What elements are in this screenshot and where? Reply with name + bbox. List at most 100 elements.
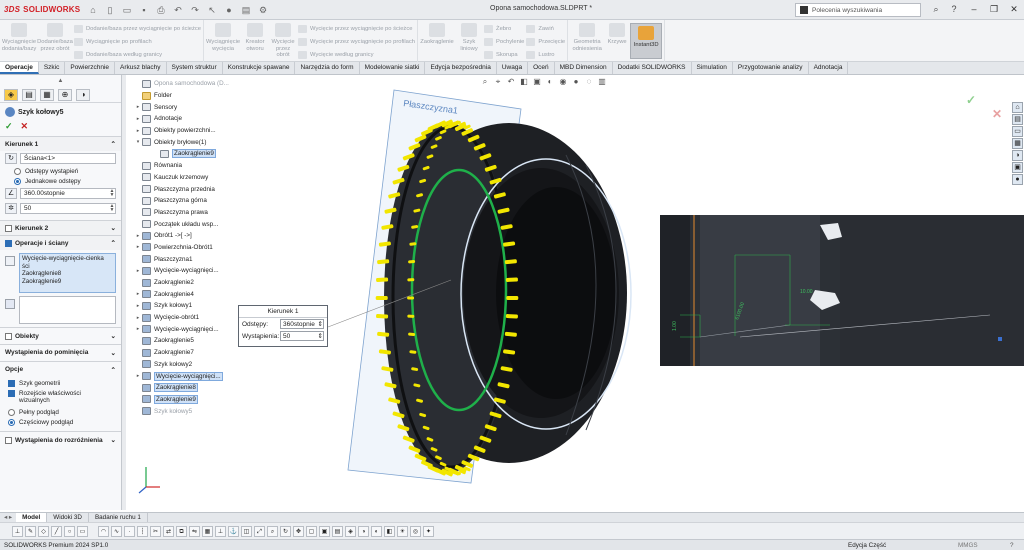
extruded-boss-button[interactable]: Wyciągnięcie dodania/bazy — [2, 23, 36, 52]
appearances-icon[interactable]: ◑ — [1012, 150, 1023, 161]
tab-evaluate[interactable]: Oceń — [528, 62, 555, 74]
hide-show-icon[interactable]: ◉ — [558, 77, 568, 87]
pattern-icon[interactable]: ▦ — [202, 525, 213, 537]
options-icon[interactable]: ⚙ — [256, 4, 270, 16]
tab-annotation[interactable]: Adnotacja — [809, 62, 849, 74]
tree-item[interactable]: Równania — [134, 160, 244, 172]
tab-motion-study[interactable]: Badanie ruchu 1 — [89, 513, 148, 522]
undo-icon[interactable]: ↶ — [171, 4, 185, 16]
home-icon[interactable]: ⌂ — [86, 4, 100, 16]
relation-icon[interactable]: ⊥ — [215, 525, 226, 537]
tab-features[interactable]: Operacje — [0, 62, 39, 74]
tree-item[interactable]: ▸ Zaokrąglenie4 — [134, 288, 244, 300]
display-icon[interactable]: ◫ — [241, 525, 252, 537]
tree-item[interactable]: ▸ Wycięcie-wyciągnięci... — [134, 265, 244, 277]
callout-count-input[interactable]: 50 ⇕ — [280, 331, 324, 341]
scene-icon[interactable]: ◌ — [584, 77, 594, 87]
full-preview-option[interactable]: Pełny podgląd — [0, 407, 121, 417]
display-manager-icon[interactable]: ◑ — [76, 89, 90, 101]
tree-item[interactable]: ▾ Obiekty bryłowe(1) — [134, 136, 244, 148]
tree-item[interactable]: ▸ Obiekty powierzchni... — [134, 125, 244, 137]
pattern-axis-field[interactable]: Ściana<1> — [20, 153, 116, 164]
expand-arrow-icon[interactable]: ▸ — [134, 315, 142, 321]
swept-boss-button[interactable]: Dodanie/baza przez wyciągnięcie po ścież… — [74, 24, 201, 34]
tree-item[interactable]: Opona samochodowa (D... — [134, 78, 244, 90]
tree-item[interactable]: Szyk kołowy2 — [134, 359, 244, 371]
tree-item[interactable]: Płaszczyzna1 — [134, 253, 244, 265]
search-icon[interactable]: ⌕ — [930, 3, 942, 15]
search-box[interactable]: Polecenia wyszukiwania — [795, 3, 921, 17]
chevron-down-icon[interactable]: ⌄ — [111, 224, 116, 232]
rebuild-icon[interactable]: ● — [222, 4, 236, 16]
confirm-cancel-icon[interactable]: ✕ — [992, 107, 1002, 121]
tree-item[interactable]: Płaszczyzna przednia — [134, 183, 244, 195]
render-icon[interactable]: ✦ — [423, 525, 434, 537]
print-icon[interactable]: ⎙ — [154, 4, 168, 16]
bodies-section[interactable]: Obiekty ⌄ — [0, 327, 121, 344]
lofted-boss-button[interactable]: Wyciągnięcie po profilach — [74, 37, 201, 47]
configuration-manager-icon[interactable]: ▦ — [40, 89, 54, 101]
chevron-down-icon[interactable]: ⌄ — [111, 332, 116, 340]
boundary-boss-button[interactable]: Dodanie/baza według granicy — [74, 50, 201, 60]
hole-wizard-button[interactable]: Kreator otworu — [242, 23, 268, 52]
forum-icon[interactable]: ● — [1012, 174, 1023, 185]
minimize-icon[interactable]: – — [968, 3, 980, 15]
tree-item[interactable]: Kauczuk krzemowy — [134, 172, 244, 184]
fix-icon[interactable]: ⚓ — [228, 525, 239, 537]
expand-arrow-icon[interactable]: ▸ — [134, 326, 142, 332]
wrap-button[interactable]: Zawiń — [526, 24, 565, 34]
chevron-down-icon[interactable]: ⌄ — [111, 349, 116, 357]
expand-arrow-icon[interactable]: ▸ — [134, 128, 142, 134]
zoom-fit-icon[interactable]: ⤢ — [254, 525, 265, 537]
close-icon[interactable]: ✕ — [1008, 3, 1020, 15]
full-preview-radio[interactable] — [8, 408, 15, 416]
normal-to-icon[interactable]: ⊥ — [12, 525, 23, 537]
tab-addins[interactable]: Dodatki SOLIDWORKS — [613, 62, 692, 74]
geometry-pattern-checkbox[interactable] — [8, 379, 15, 387]
rib-button[interactable]: Żebro — [484, 24, 524, 34]
revolved-boss-button[interactable]: Dodanie/baza przez obrót — [37, 23, 73, 52]
tab-weldments[interactable]: Konstrukcje spawane — [223, 62, 296, 74]
section-view-icon[interactable]: ◧ — [519, 77, 529, 87]
view-palette-icon[interactable]: ▦ — [1012, 138, 1023, 149]
instant3d-button[interactable]: Instant3D — [630, 23, 663, 59]
callout-spacing-input[interactable]: 360stopnie ⇕ — [280, 319, 324, 329]
dimxpert-manager-icon[interactable]: ⊕ — [58, 89, 72, 101]
list-item[interactable]: Zaokrąglenie9 — [22, 278, 113, 286]
ok-button[interactable]: ✓ — [5, 121, 13, 132]
design-library-icon[interactable]: ▤ — [1012, 114, 1023, 125]
confirm-ok-icon[interactable]: ✓ — [966, 93, 976, 107]
tree-item[interactable]: ▸ Obrót1 ->[ ->] — [134, 230, 244, 242]
view-settings-icon[interactable]: ▥ — [597, 77, 607, 87]
file-explorer-icon[interactable]: ▭ — [1012, 126, 1023, 137]
expand-arrow-icon[interactable]: ▸ — [134, 303, 142, 309]
feature-manager-icon[interactable]: ◈ — [4, 89, 18, 101]
tab-structure-system[interactable]: System struktur — [167, 62, 223, 74]
cancel-button[interactable]: ✕ — [21, 121, 29, 132]
propagate-visual-option[interactable]: Rozejście właściwości wizualnych — [0, 388, 121, 405]
tree-item[interactable]: Płaszczyzna prawa — [134, 207, 244, 219]
appearance-icon[interactable]: ● — [571, 77, 581, 87]
equal-spacing-radio[interactable] — [14, 177, 21, 185]
zoom-icon[interactable]: ⌕ — [267, 525, 278, 537]
list-item[interactable]: Wycięcie-wyciągnięcie-cienka ści — [22, 255, 113, 270]
tree-item[interactable]: Folder — [134, 90, 244, 102]
chevron-up-icon[interactable]: ⌃ — [111, 366, 116, 374]
tree-item[interactable]: ▸ Wycięcie-wyciągnięci... — [134, 370, 244, 382]
tab-model[interactable]: Model — [16, 513, 48, 522]
camera-icon[interactable]: ◎ — [410, 525, 421, 537]
direction2-section[interactable]: Kierunek 2 ⌄ — [0, 220, 121, 235]
restore-icon[interactable]: ❐ — [988, 3, 1000, 15]
tree-item[interactable]: ▸ Powierzchnia-Obrót1 — [134, 242, 244, 254]
instance-spacing-radio[interactable] — [14, 167, 21, 175]
reverse-direction-icon[interactable]: ↻ — [5, 153, 17, 164]
tab-sketch[interactable]: Szkic — [39, 62, 66, 74]
zoom-to-fit-icon[interactable]: ⌕ — [480, 77, 490, 87]
features-faces-section[interactable]: Operacje i ściany ⌃ — [0, 235, 121, 250]
tab-simulation[interactable]: Simulation — [692, 62, 733, 74]
tab-markup[interactable]: Uwaga — [497, 62, 529, 74]
tree-item[interactable]: Początek układu wsp... — [134, 218, 244, 230]
view-orientation-icon[interactable]: ▣ — [532, 77, 542, 87]
iso-view-icon[interactable]: ◈ — [345, 525, 356, 537]
list-item[interactable]: Zaokrąglenie8 — [22, 270, 113, 278]
